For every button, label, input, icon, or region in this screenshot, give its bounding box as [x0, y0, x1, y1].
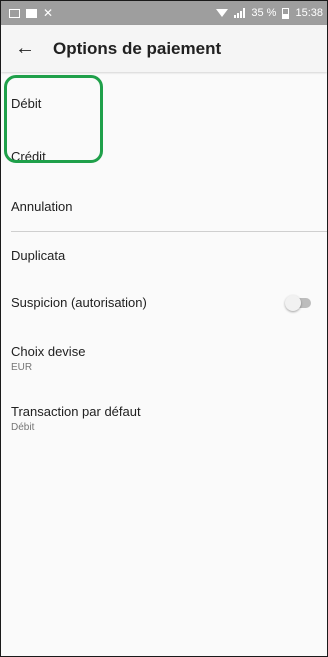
option-annulation-label: Annulation: [11, 198, 73, 214]
battery-icon: [282, 7, 290, 19]
arrow-left-icon[interactable]: ←: [1, 37, 49, 60]
option-credit-label: Crédit: [11, 148, 46, 164]
page-title: Options de paiement: [53, 38, 222, 58]
wifi-icon: [216, 9, 229, 17]
clock: 15:38: [295, 7, 323, 19]
payment-options-list: Débit Crédit Annulation Duplicata Suspic…: [1, 75, 327, 446]
toggle-thumb: [285, 294, 301, 311]
app-bar: ← Options de paiement: [1, 25, 327, 72]
option-choix-devise-label: Choix devise: [11, 343, 86, 359]
option-credit[interactable]: Crédit: [1, 131, 327, 181]
notification-icons: ✕: [9, 7, 53, 19]
option-duplicata-label: Duplicata: [11, 248, 66, 263]
option-choix-devise[interactable]: Choix devise EUR: [1, 326, 327, 390]
option-transaction-defaut[interactable]: Transaction par défaut Débit: [1, 390, 327, 446]
option-suspicion-label: Suspicion (autorisation): [11, 295, 147, 310]
option-suspicion[interactable]: Suspicion (autorisation): [1, 279, 327, 326]
signal-icon: [234, 8, 246, 18]
square-notification-icon: [9, 8, 20, 18]
option-debit-label: Débit: [11, 95, 42, 111]
x-notification-icon: ✕: [43, 6, 54, 20]
system-icons: 35 % 15:38: [216, 7, 323, 19]
option-annulation[interactable]: Annulation: [1, 181, 327, 231]
battery-percent: 35 %: [251, 7, 277, 19]
option-duplicata[interactable]: Duplicata: [1, 232, 327, 279]
status-bar: ✕ 35 % 15:38: [1, 1, 327, 25]
suspicion-toggle[interactable]: [285, 294, 313, 311]
option-transaction-defaut-label: Transaction par défaut: [11, 403, 141, 419]
image-notification-icon: [26, 8, 37, 18]
option-transaction-defaut-value: Débit: [11, 421, 35, 433]
option-debit[interactable]: Débit: [1, 75, 327, 131]
option-choix-devise-value: EUR: [11, 361, 33, 373]
phone-screen: ✕ 35 % 15:38 ← Options de paiement Débit…: [0, 0, 328, 657]
